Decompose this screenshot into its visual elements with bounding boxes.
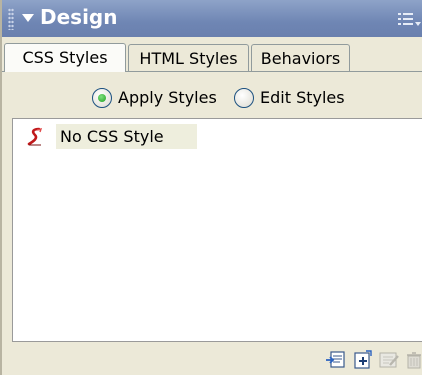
edit-styles-radio[interactable] — [234, 88, 254, 108]
radio-selected-dot — [98, 94, 106, 102]
no-style-icon — [27, 127, 43, 146]
styles-list[interactable]: No CSS Style — [12, 118, 422, 342]
panel-grip-icon[interactable] — [8, 8, 14, 30]
edit-style-sheet-icon[interactable] — [378, 350, 400, 370]
edit-styles-label[interactable]: Edit Styles — [260, 88, 345, 108]
delete-style-icon[interactable] — [404, 350, 422, 370]
tab-css-styles-label: CSS Styles — [22, 48, 108, 67]
panel-title: Design — [40, 5, 118, 29]
design-panel: Design CSS Styles HTML Styles Behaviors … — [0, 0, 422, 375]
panel-header[interactable]: Design — [2, 0, 422, 37]
tab-behaviors[interactable]: Behaviors — [251, 44, 350, 71]
apply-styles-label[interactable]: Apply Styles — [118, 88, 217, 108]
tab-html-styles-label: HTML Styles — [139, 49, 238, 68]
new-css-style-icon[interactable] — [352, 350, 374, 370]
attach-style-sheet-icon[interactable] — [324, 350, 346, 370]
tab-behaviors-label: Behaviors — [260, 49, 341, 68]
tab-css-styles[interactable]: CSS Styles — [4, 43, 126, 72]
collapse-arrow-icon[interactable] — [22, 14, 34, 22]
tab-html-styles[interactable]: HTML Styles — [128, 44, 249, 71]
list-item-label: No CSS Style — [56, 124, 197, 149]
options-menu-icon[interactable] — [396, 11, 422, 29]
apply-styles-radio[interactable] — [92, 88, 112, 108]
